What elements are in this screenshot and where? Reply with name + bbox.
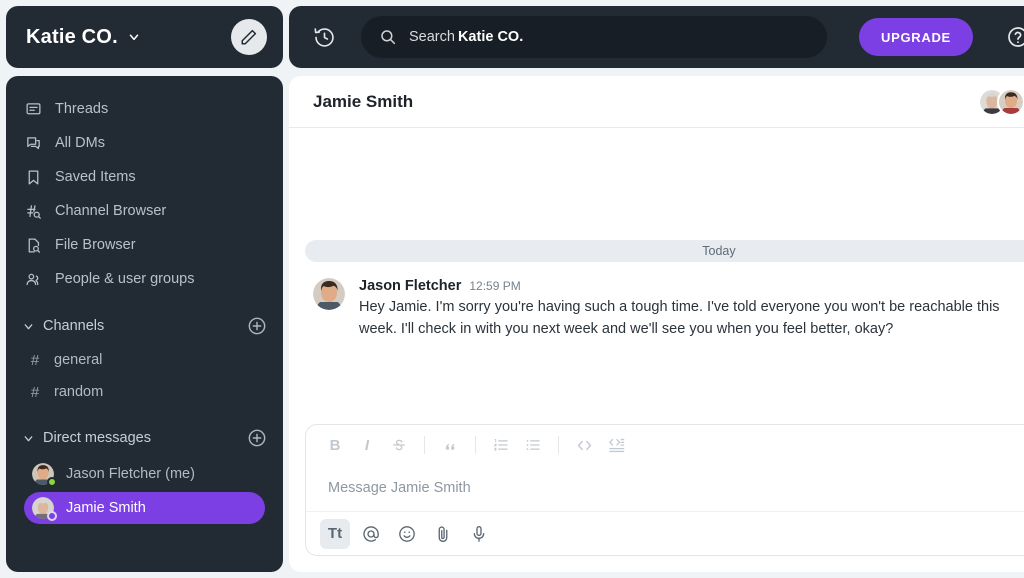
sidebar-item-threads[interactable]: Threads [6,92,283,126]
toolbar-separator [424,436,425,454]
workspace-switcher[interactable]: Katie CO. [26,26,141,49]
dm-label: Jason Fletcher (me) [66,466,195,482]
composer-wrapper: B I Message Jamie Smith Tt [289,424,1024,572]
channel-search-icon [24,202,42,220]
right-column: Search Katie CO. UPGRADE Jamie Smith Tod… [289,0,1024,578]
plus-circle-icon[interactable] [247,428,267,448]
conversation-panel: Jamie Smith Today Jason Fletcher 12:59 P… [289,76,1024,572]
chevron-down-icon [22,320,35,333]
channels-section-header[interactable]: Channels [6,308,283,344]
dm-label: Jamie Smith [66,500,146,516]
message-author[interactable]: Jason Fletcher [359,278,461,294]
sidebar-channel-random[interactable]: # random [6,376,283,408]
sidebar-item-file-browser[interactable]: File Browser [6,228,283,262]
file-search-icon [24,236,42,254]
bold-button[interactable]: B [320,431,350,459]
member-avatars[interactable] [977,87,1024,116]
channel-label: general [54,352,103,368]
chevron-down-icon [127,30,141,44]
question-circle-icon [1006,25,1024,49]
strikethrough-button[interactable] [384,431,414,459]
ordered-list-button[interactable] [486,431,516,459]
toolbar-separator [558,436,559,454]
sidebar-item-saved-items[interactable]: Saved Items [6,160,283,194]
attach-button[interactable] [428,519,458,549]
workspace-name: Katie CO. [26,25,118,48]
search-input[interactable]: Search Katie CO. [361,16,827,58]
jason-fletcher-avatar [313,278,345,310]
top-bar: Search Katie CO. UPGRADE [289,6,1024,68]
workspace-header: Katie CO. [6,6,283,68]
message-timestamp: 12:59 PM [469,279,521,293]
people-icon [24,270,42,288]
sidebar-item-label: File Browser [55,237,136,253]
bullet-list-button[interactable] [518,431,548,459]
message-composer: B I Message Jamie Smith Tt [305,424,1024,556]
hash-icon: # [30,351,40,369]
sidebar-item-label: All DMs [55,135,105,151]
avatar [32,463,57,487]
pencil-icon [240,28,258,46]
message-input[interactable]: Message Jamie Smith [306,465,1024,511]
app-root: Katie CO. Threads All DMs Saved Items Ch… [0,0,1024,578]
direct-messages-section-label: Direct messages [43,430,151,446]
toolbar-separator [475,436,476,454]
channels-section-label: Channels [43,318,105,334]
avatar [32,497,57,521]
avatar [996,87,1024,116]
hash-icon: # [30,383,40,401]
chevron-down-icon [22,432,35,445]
message-item: Jason Fletcher 12:59 PM Hey Jamie. I'm s… [305,262,1024,341]
mention-button[interactable] [356,519,386,549]
jason-fletcher-avatar [998,89,1023,114]
message-body: Jason Fletcher 12:59 PM Hey Jamie. I'm s… [359,278,1024,341]
audio-button[interactable] [464,519,494,549]
sidebar-item-channel-browser[interactable]: Channel Browser [6,194,283,228]
composer-actions: Tt [306,511,1024,555]
sidebar-item-label: Saved Items [55,169,136,185]
conversation-header: Jamie Smith [289,76,1024,128]
sidebar-item-label: People & user groups [55,271,195,287]
compose-button[interactable] [231,19,267,55]
sidebar-item-all-dms[interactable]: All DMs [6,126,283,160]
italic-button[interactable]: I [352,431,382,459]
plus-circle-icon[interactable] [247,316,267,336]
sidebar: Threads All DMs Saved Items Channel Brow… [6,76,283,572]
presence-away-indicator [47,511,57,521]
message-input-placeholder: Message Jamie Smith [328,480,471,496]
code-button[interactable] [569,431,599,459]
sidebar-item-people-and-user-groups[interactable]: People & user groups [6,262,283,296]
date-divider-label: Today [702,244,736,258]
history-clock-icon [313,26,336,49]
history-button[interactable] [307,20,341,54]
formatting-toggle-button[interactable]: Tt [320,518,350,549]
sidebar-item-label: Channel Browser [55,203,167,219]
sidebar-dm-jason-fletcher[interactable]: Jason Fletcher (me) [24,458,265,490]
formatting-toolbar: B I [306,425,1024,465]
message-text: Hey Jamie. I'm sorry you're having such … [359,299,1000,338]
message-meta: Jason Fletcher 12:59 PM [359,278,1024,294]
bookmark-icon [24,168,42,186]
quote-button[interactable] [435,431,465,459]
search-icon [379,28,397,46]
help-button[interactable] [1001,20,1024,54]
upgrade-button[interactable]: UPGRADE [859,18,973,56]
avatar[interactable] [313,278,345,310]
sidebar-dm-jamie-smith[interactable]: Jamie Smith [24,492,265,524]
all-dms-icon [24,134,42,152]
left-column: Katie CO. Threads All DMs Saved Items Ch… [0,0,289,578]
channel-label: random [54,384,104,400]
search-label: Search Katie CO. [409,29,524,45]
threads-icon [24,100,42,118]
message-list: Today Jason Fletcher 12:59 PM Hey Jamie.… [289,128,1024,424]
direct-messages-section-header[interactable]: Direct messages [6,420,283,456]
presence-online-indicator [47,477,57,487]
sidebar-item-label: Threads [55,101,109,117]
date-divider: Today [305,240,1024,262]
sidebar-channel-general[interactable]: # general [6,344,283,376]
emoji-button[interactable] [392,519,422,549]
code-block-button[interactable] [601,431,631,459]
page-title: Jamie Smith [313,91,414,111]
